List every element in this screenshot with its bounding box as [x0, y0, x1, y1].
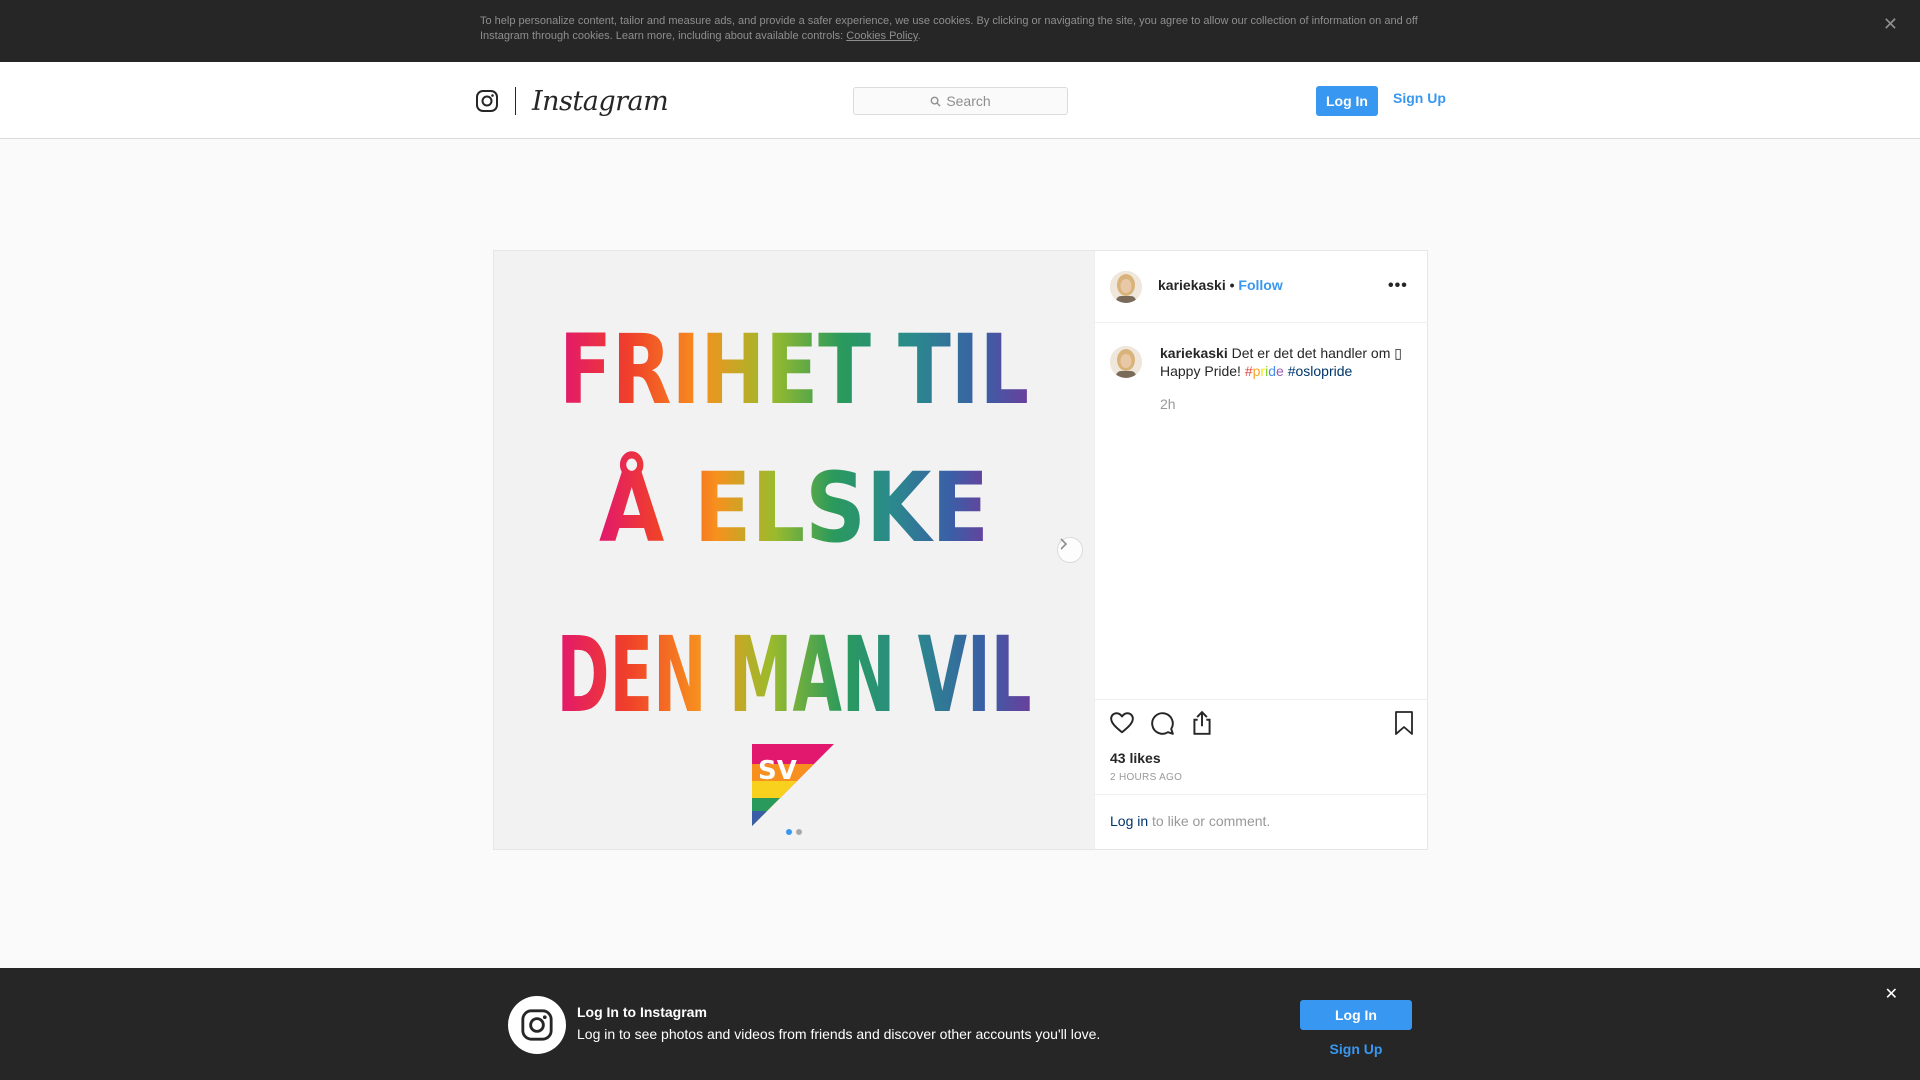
artwork-line-3: DEN MAN VIL [557, 614, 1032, 736]
likes-count[interactable]: 43 likes [1110, 750, 1161, 766]
comment-prompt: Log in to like or comment. [1110, 813, 1270, 829]
cookie-text: To help personalize content, tailor and … [480, 14, 1440, 44]
post-header: kariekaski • Follow ••• [1095, 251, 1428, 323]
sv-logo: SV [752, 744, 834, 826]
pride-artwork: FRIHET TIL Å ELSKE DEN MAN VIL SV [557, 314, 1032, 826]
bookmark-icon[interactable] [1392, 710, 1416, 736]
share-icon[interactable] [1189, 710, 1215, 736]
carousel-dot [796, 829, 802, 835]
hashtag-char: d [1268, 363, 1277, 379]
bottom-login-button[interactable]: Log In [1300, 1000, 1412, 1030]
post-sidebar: kariekaski • Follow ••• kariekaski Det e… [1094, 251, 1428, 849]
instagram-camera-icon [521, 1009, 553, 1041]
caption-avatar[interactable] [1110, 346, 1142, 378]
instagram-camera-icon [476, 90, 498, 112]
comment-icon[interactable] [1149, 710, 1175, 736]
sv-logo-text: SV [758, 756, 797, 786]
caption-timestamp: 2h [1160, 396, 1176, 412]
artwork-line-1: FRIHET TIL [559, 314, 1029, 426]
caption-username[interactable]: kariekaski [1160, 345, 1228, 361]
logo[interactable]: Instagram [475, 85, 669, 117]
login-prompt-title: Log In to Instagram [577, 1004, 707, 1020]
cookies-policy-link[interactable]: Cookies Policy [846, 30, 917, 42]
avatar-image [1110, 271, 1142, 303]
post-actions: 43 likes 2 HOURS AGO Log in to like or c… [1095, 699, 1428, 849]
heart-icon[interactable] [1109, 710, 1135, 736]
login-prompt-bar: Log In to Instagram Log in to see photos… [0, 968, 1920, 1080]
separator-dot: • [1225, 277, 1239, 293]
cookie-message: To help personalize content, tailor and … [480, 15, 1418, 42]
carousel-dot [786, 829, 792, 835]
instagram-wordmark: Instagram [532, 85, 669, 117]
comment-prompt-text: to like or comment. [1148, 813, 1271, 829]
comment-section: Log in to like or comment. [1095, 794, 1428, 850]
hashtag-char: e [1276, 363, 1284, 379]
cookie-banner: To help personalize content, tailor and … [0, 0, 1920, 62]
author-username[interactable]: kariekaski [1158, 277, 1226, 293]
search-icon [930, 96, 941, 107]
login-button[interactable]: Log In [1316, 86, 1378, 116]
hashtag-oslopride[interactable]: #oslopride [1288, 363, 1353, 379]
instagram-logo-icon [508, 996, 566, 1054]
hashtag-pride[interactable]: #pride [1245, 363, 1284, 379]
post-timestamp: 2 HOURS AGO [1110, 772, 1183, 783]
action-icons [1109, 710, 1215, 736]
search-input[interactable]: Search [853, 87, 1068, 115]
follow-button[interactable]: Follow [1238, 277, 1282, 293]
carousel-indicator [786, 829, 802, 835]
avatar-image [1110, 346, 1142, 378]
cookie-close-icon[interactable]: ✕ [1883, 14, 1898, 35]
logo-divider [515, 87, 516, 115]
post-card: FRIHET TIL Å ELSKE DEN MAN VIL SV kariek… [493, 250, 1428, 850]
artwork-line-2: Å ELSKE [599, 451, 989, 564]
avatar[interactable] [1110, 271, 1142, 303]
search-placeholder: Search [946, 93, 991, 109]
post-image[interactable]: FRIHET TIL Å ELSKE DEN MAN VIL SV [494, 251, 1094, 849]
bottom-signup-link[interactable]: Sign Up [1300, 1041, 1412, 1057]
post-caption: kariekaski Det er det det handler om ▯ H… [1160, 344, 1410, 380]
comment-login-link[interactable]: Log in [1110, 813, 1148, 829]
cookie-period: . [917, 30, 921, 42]
chevron-right-icon [1060, 538, 1068, 550]
close-icon[interactable]: ✕ [1885, 984, 1898, 1004]
login-prompt-subtitle: Log in to see photos and videos from fri… [577, 1026, 1101, 1042]
hashtag-char: # [1244, 363, 1253, 379]
top-nav: Instagram Search Log In Sign Up [0, 62, 1920, 139]
next-slide-button[interactable] [1057, 537, 1083, 563]
more-options-icon[interactable]: ••• [1388, 277, 1408, 295]
post-author: kariekaski • Follow [1158, 277, 1283, 293]
signup-link[interactable]: Sign Up [1393, 90, 1446, 106]
